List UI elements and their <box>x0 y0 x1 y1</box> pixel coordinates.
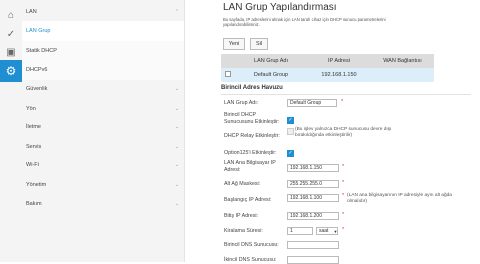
sidebar-item-yonetim[interactable]: Yönetim ⌄ <box>22 175 184 195</box>
dhcp-enable-label: Birincil DHCP Sunucusunu Etkinleştir: <box>224 112 280 125</box>
chevron-down-icon: ⌄ <box>175 182 180 188</box>
required-mark: * <box>342 212 345 218</box>
sidebar-subitem-label: DHCPv6 <box>26 67 48 73</box>
dhcp-relay-checkbox[interactable] <box>287 128 294 135</box>
sidebar-subitem-label: LAN Grup <box>26 28 51 34</box>
dns1-field[interactable] <box>287 241 339 249</box>
chevron-down-icon: ⌄ <box>175 144 180 150</box>
new-button[interactable]: Yeni <box>223 38 245 50</box>
sidebar-item-guvenlik[interactable]: Güvenlik ⌄ <box>22 79 184 99</box>
table-header-ip: IP Adresi <box>307 54 371 68</box>
dns2-field[interactable] <box>287 256 339 264</box>
page-title: LAN Grup Yapılandırması <box>223 2 337 13</box>
chevron-down-icon: ⌄ <box>175 201 180 207</box>
table-header-name: LAN Grup Adı <box>235 54 307 68</box>
delete-button[interactable]: Sil <box>250 38 268 50</box>
lease-unit-select[interactable]: saat ▼ <box>316 227 338 235</box>
gear-icon[interactable]: ⚙ <box>0 60 22 82</box>
table-header-row: LAN Grup Adı IP Adresi WAN Bağlantısı <box>221 54 434 68</box>
sidebar-item-yon[interactable]: Yön ⌄ <box>22 99 184 119</box>
sidebar-item-servis[interactable]: Servis ⌄ <box>22 137 184 157</box>
dhcp-relay-label: DHCP Relay Etkinleştir: <box>224 133 280 139</box>
lease-time-field[interactable]: 1 <box>287 227 313 235</box>
sidebar-item-label: Bakım <box>26 201 42 207</box>
option125-checkbox[interactable]: ✓ <box>287 150 294 157</box>
section-title: Birincil Adres Havuzu <box>221 85 283 91</box>
sidebar-item-label: Yönetim <box>26 182 47 188</box>
sidebar-item-iletme[interactable]: İletme ⌄ <box>22 117 184 137</box>
dhcp-relay-note: (Bu işlev yalnızca DHCP sunucusu devre d… <box>295 127 392 138</box>
start-ip-field[interactable]: 192.168.1.100 <box>287 194 339 202</box>
row-name-cell: Default Group <box>235 68 307 82</box>
row-checkbox[interactable] <box>225 71 231 77</box>
required-mark: * <box>342 164 345 170</box>
sidebar-subitem-dhcpv6[interactable]: DHCPv6 <box>22 60 184 80</box>
chevron-up-icon: ⌃ <box>175 9 180 15</box>
required-mark: * <box>342 193 345 199</box>
chevron-down-icon: ⌄ <box>175 86 180 92</box>
sidebar-item-label: Güvenlik <box>26 86 48 92</box>
group-name-label: LAN Grup Adı: <box>224 100 259 106</box>
end-ip-label: Bitiş IP Adresi: <box>224 213 259 219</box>
row-select-cell[interactable] <box>221 68 235 82</box>
sidebar-subitem-label: Statik DHCP <box>26 48 57 54</box>
dns1-label: Birincil DNS Sunucusu: <box>224 242 279 248</box>
sidebar-item-lan[interactable]: LAN ⌃ <box>22 2 184 22</box>
subnet-label: Alt Ağ Maskesi: <box>224 181 261 187</box>
sidebar-subitem-lan-grup[interactable]: LAN Grup <box>22 21 184 41</box>
sidebar-item-label: Yön <box>26 106 36 112</box>
required-mark: * <box>341 99 344 105</box>
table-header-select <box>221 54 235 68</box>
sidebar-item-label: İletme <box>26 124 41 130</box>
lan-ip-label: LAN Ana Bilgisayar IP Adresi: <box>224 160 276 173</box>
start-ip-label: Başlangıç IP Adresi: <box>224 197 272 203</box>
row-ip-cell: 192.168.1.150 <box>307 68 371 82</box>
home-icon[interactable]: ⌂ <box>3 7 19 23</box>
table-row[interactable]: Default Group 192.168.1.150 <box>221 68 434 82</box>
sidebar-item-label: Wi-Fi <box>26 162 39 168</box>
end-ip-field[interactable]: 192.168.1.200 <box>287 212 339 220</box>
chevron-down-icon: ⌄ <box>175 106 180 112</box>
chevron-down-icon: ▼ <box>333 228 338 234</box>
row-wan-cell <box>371 68 434 82</box>
required-mark: * <box>342 227 345 233</box>
dhcp-enable-checkbox[interactable]: ✓ <box>287 117 294 124</box>
option125-label: Option125'i Etkinleştir: <box>224 150 277 156</box>
group-name-field[interactable]: Default Group <box>287 99 337 107</box>
sidebar-item-label: LAN <box>26 9 37 15</box>
chevron-down-icon: ⌄ <box>175 162 180 168</box>
lan-ip-field[interactable]: 192.168.1.150 <box>287 164 339 172</box>
status-icon[interactable]: ✓ <box>3 26 19 42</box>
dns2-label: İkincil DNS Sunucusu: <box>224 257 277 263</box>
section-divider <box>221 94 471 95</box>
main-content: LAN Grup Yapılandırması Bu sayfada, IP a… <box>199 0 480 264</box>
lease-unit-value: saat <box>319 228 329 234</box>
page-description: Bu sayfada, IP adreslerini almak için LA… <box>223 17 386 27</box>
lan-group-table: LAN Grup Adı IP Adresi WAN Bağlantısı De… <box>221 54 434 82</box>
lease-label: Kiralama Süresi: <box>224 228 263 234</box>
required-mark: * <box>342 180 345 186</box>
sidebar-item-label: Servis <box>26 144 42 150</box>
table-header-wan: WAN Bağlantısı <box>371 54 434 68</box>
sidebar-item-bakim[interactable]: Bakım ⌄ <box>22 194 184 214</box>
lock-icon[interactable]: ▣ <box>3 44 19 60</box>
chevron-down-icon: ⌄ <box>175 124 180 130</box>
icon-bar: ⌂ ✓ ▣ ⚙ <box>0 0 22 262</box>
sidebar: LAN ⌃ LAN Grup Statik DHCP DHCPv6 Güvenl… <box>22 0 185 262</box>
sidebar-item-wifi[interactable]: Wi-Fi ⌄ <box>22 155 184 175</box>
subnet-field[interactable]: 255.255.255.0 <box>287 180 339 188</box>
sidebar-subitem-statik-dhcp[interactable]: Statik DHCP <box>22 41 184 61</box>
start-ip-note: (LAN ana bilgisayarının IP adresiyle ayn… <box>347 193 452 204</box>
